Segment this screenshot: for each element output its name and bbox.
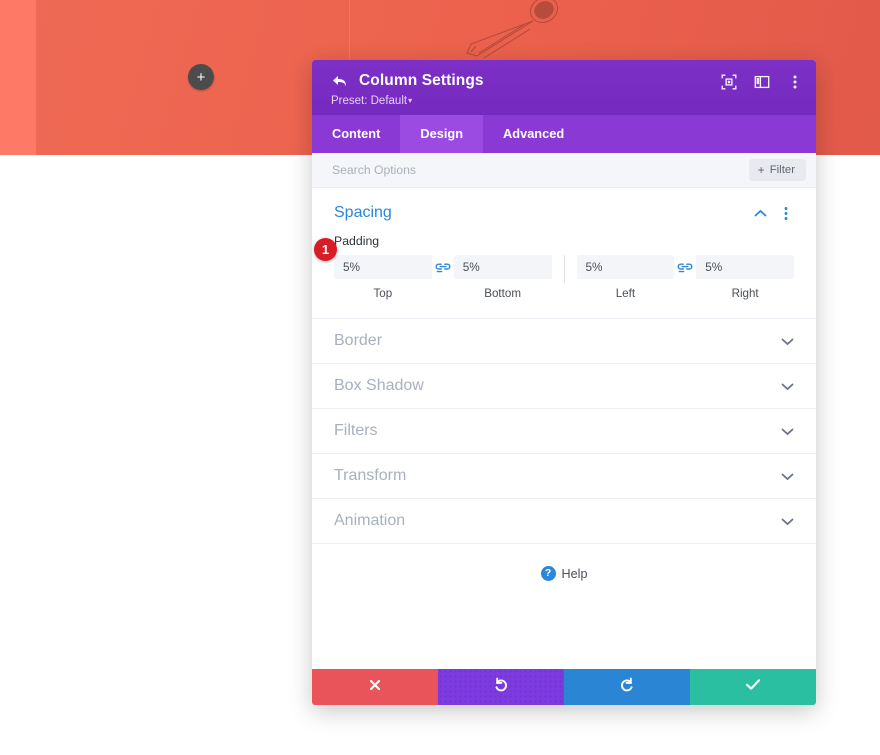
section-filters[interactable]: Filters (312, 409, 816, 454)
modal-header: Column Settings (312, 60, 816, 115)
redo-arrow-icon (619, 677, 635, 698)
save-button[interactable] (690, 669, 816, 705)
section-border-label: Border (334, 332, 781, 350)
padding-pair-horizontal: Left Right (577, 255, 795, 300)
modal-header-icons (720, 73, 803, 90)
modal-tabs: Content Design Advanced (312, 115, 816, 153)
help-area: ? Help (312, 544, 816, 581)
filter-button-label: Filter (770, 164, 795, 176)
section-box-shadow-label: Box Shadow (334, 377, 781, 395)
padding-top-cell: Top (334, 255, 432, 300)
decorative-doodle-icon (461, 0, 571, 64)
column-settings-modal: Column Settings (312, 60, 816, 705)
padding-top-label: Top (334, 287, 432, 300)
section-transform[interactable]: Transform (312, 454, 816, 499)
modal-title: Column Settings (359, 72, 484, 90)
filter-button[interactable]: + Filter (749, 159, 806, 181)
add-module-button[interactable]: + (188, 64, 214, 90)
close-x-icon (368, 678, 382, 697)
undo-button[interactable] (438, 669, 564, 705)
hero-left-strip (0, 0, 36, 155)
chevron-down-icon[interactable] (781, 382, 794, 391)
preset-label: Preset: Default (331, 95, 407, 107)
section-spacing-title: Spacing (334, 204, 742, 222)
chevron-down-icon[interactable] (781, 427, 794, 436)
redo-button[interactable] (564, 669, 690, 705)
section-transform-label: Transform (334, 467, 781, 485)
padding-left-cell: Left (577, 255, 675, 300)
preset-selector[interactable]: Preset: Default▾ (331, 95, 802, 107)
help-button[interactable]: ? Help (541, 566, 588, 581)
padding-controls: Top Bottom (334, 255, 794, 300)
chevron-down-icon[interactable] (781, 517, 794, 526)
section-box-shadow[interactable]: Box Shadow (312, 364, 816, 409)
padding-top-input[interactable] (334, 255, 432, 279)
search-bar: + Filter (312, 153, 816, 188)
plus-icon: + (197, 70, 206, 85)
tab-design[interactable]: Design (400, 115, 483, 153)
modal-body: Spacing Padding (312, 188, 816, 669)
chevron-up-icon[interactable] (752, 205, 768, 221)
responsive-view-icon[interactable] (753, 73, 770, 90)
padding-field-label: Padding (334, 234, 794, 248)
section-more-options-icon[interactable] (778, 205, 794, 221)
section-spacing-header[interactable]: Spacing (334, 204, 794, 222)
section-animation-label: Animation (334, 512, 781, 530)
padding-left-label: Left (577, 287, 675, 300)
plus-icon: + (758, 164, 765, 176)
padding-bottom-input[interactable] (454, 255, 552, 279)
padding-bottom-label: Bottom (454, 287, 552, 300)
search-input[interactable] (332, 163, 749, 177)
cancel-button[interactable] (312, 669, 438, 705)
padding-bottom-cell: Bottom (454, 255, 552, 300)
chevron-down-icon[interactable] (781, 472, 794, 481)
section-border[interactable]: Border (312, 319, 816, 364)
padding-group-divider (564, 255, 565, 283)
undo-arrow-icon (493, 677, 509, 698)
padding-right-cell: Right (696, 255, 794, 300)
section-animation[interactable]: Animation (312, 499, 816, 544)
modal-footer (312, 669, 816, 705)
tab-content[interactable]: Content (312, 115, 400, 153)
section-filters-label: Filters (334, 422, 781, 440)
checkmark-icon (745, 678, 761, 696)
link-chain-icon[interactable] (674, 255, 696, 279)
link-chain-icon[interactable] (432, 255, 454, 279)
padding-right-label: Right (696, 287, 794, 300)
help-label: Help (562, 567, 588, 581)
padding-pair-vertical: Top Bottom (334, 255, 552, 300)
chevron-down-icon: ▾ (408, 96, 412, 105)
focus-target-icon[interactable] (720, 73, 737, 90)
tab-advanced[interactable]: Advanced (483, 115, 584, 153)
chevron-down-icon[interactable] (781, 337, 794, 346)
step-number-badge: 1 (314, 238, 337, 261)
question-mark-icon: ? (541, 566, 556, 581)
padding-right-input[interactable] (696, 255, 794, 279)
section-spacing: Spacing Padding (312, 188, 816, 319)
more-options-icon[interactable] (786, 73, 803, 90)
padding-left-input[interactable] (577, 255, 675, 279)
back-arrow-icon[interactable] (330, 72, 348, 90)
